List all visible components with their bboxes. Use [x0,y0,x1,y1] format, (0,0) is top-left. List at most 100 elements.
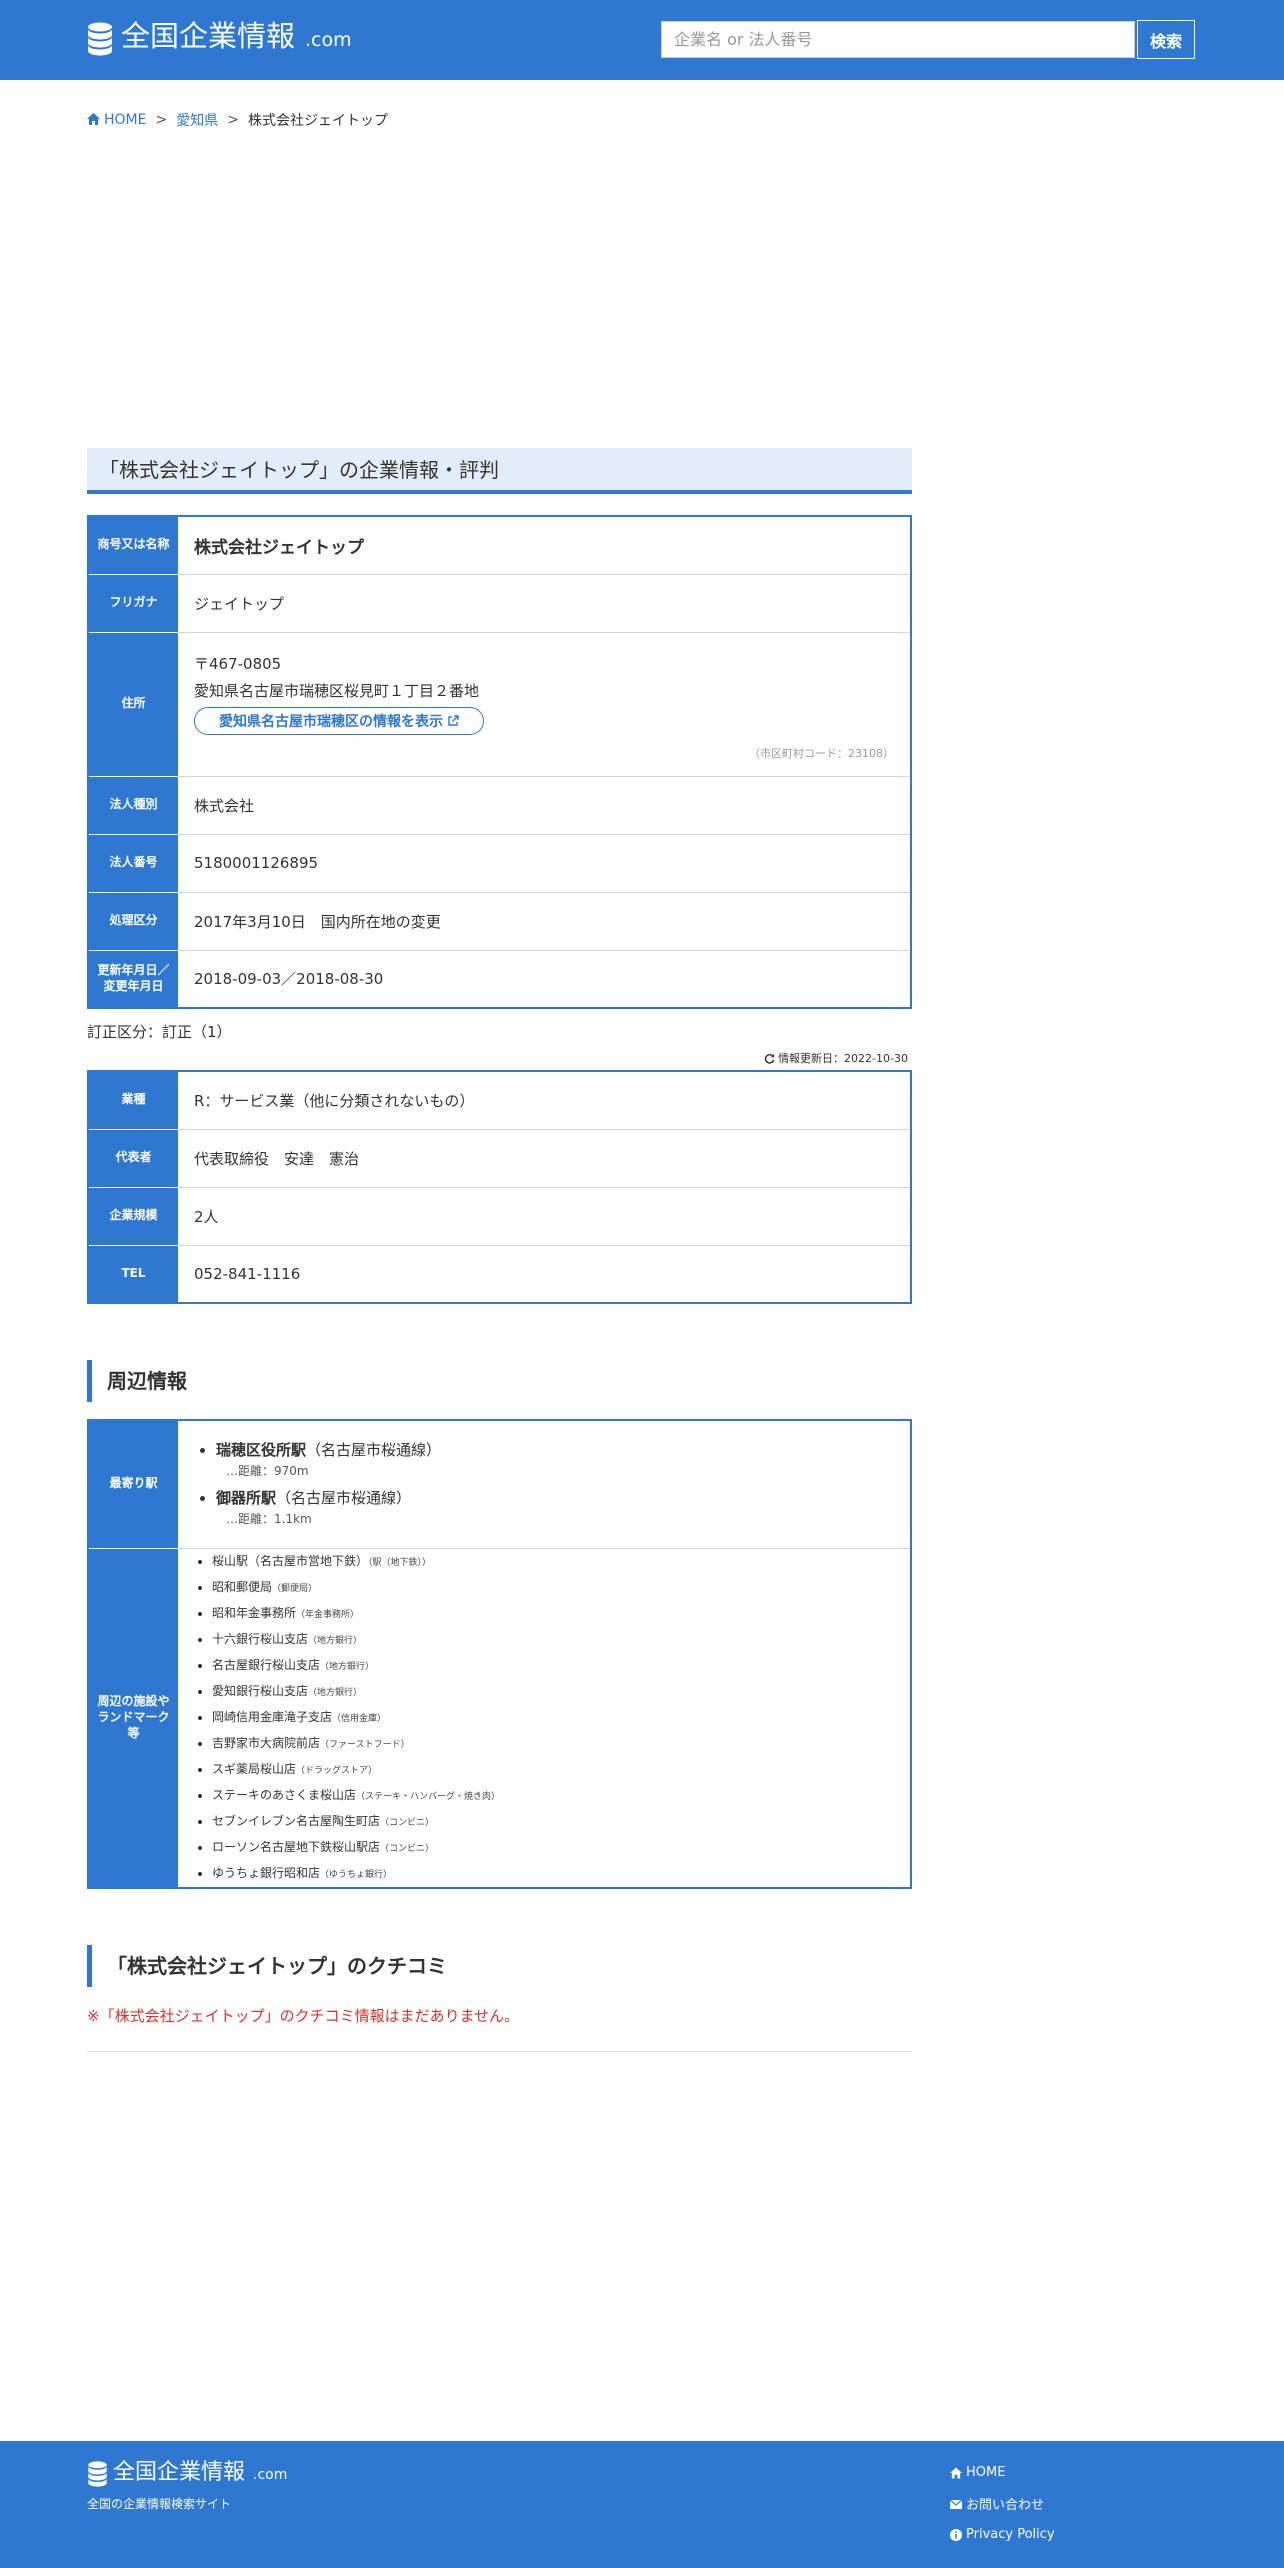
external-link-icon [448,715,459,726]
corp-number-label: 法人番号 [88,834,178,893]
nearby-table: 最寄り駅 瑞穂区役所駅（名古屋市桜通線） …距離：970m 御器所駅（名古屋市桜… [87,1419,912,1889]
breadcrumb-pref[interactable]: 愛知県 [176,110,218,130]
facility-name: ステーキのあさくま桜山店 [212,1787,357,1802]
list-item: 桜山駅（名古屋市営地下鉄）（駅（地下鉄）） [212,1549,894,1575]
nearby-heading: 周辺情報 [87,1360,187,1402]
site-footer: 全国企業情報 .com 全国の企業情報検索サイト HOME お問い合わせ Pri… [0,2441,1284,2568]
basic-info-table: 商号又は名称 株式会社ジェイトップ フリガナ ジェイトップ 住所 〒467-08… [87,515,912,1009]
list-item: 昭和郵便局（郵便局） [212,1575,894,1601]
home-icon [87,113,100,125]
facility-name: 愛知銀行桜山支店 [212,1683,309,1698]
corp-number-value: 5180001126895 [178,834,911,893]
station-distance: …距離：1.1km [226,1512,312,1527]
list-item: 岡崎信用金庫滝子支店（信用金庫） [212,1705,894,1731]
facility-name: ゆうちょ銀行昭和店 [212,1865,321,1880]
info-circle-icon [950,2528,962,2541]
search-button[interactable]: 検索 [1137,20,1195,59]
company-size-label: 企業規模 [88,1187,178,1246]
breadcrumb-home-label: HOME [104,112,147,128]
station-cell: 瑞穂区役所駅（名古屋市桜通線） …距離：970m 御器所駅（名古屋市桜通線） …… [178,1420,911,1549]
list-item: 愛知銀行桜山支店（地方銀行） [212,1679,894,1705]
facility-tag: （信用金庫） [332,1713,387,1724]
table-row: 業種 R：サービス業（他に分類されないもの） [88,1071,911,1130]
site-header: 全国企業情報 .com 検索 [0,0,1284,80]
city-code: （市区町村コード：23108） [749,747,894,760]
facility-name: 岡崎信用金庫滝子支店 [212,1709,333,1724]
list-item: 吉野家市大病院前店（ファーストフード） [212,1731,894,1757]
list-item: 十六銀行桜山支店（地方銀行） [212,1627,894,1653]
refresh-icon [764,1053,775,1064]
list-item: 御器所駅（名古屋市桜通線） …距離：1.1km [216,1487,894,1527]
database-icon [88,22,112,56]
breadcrumb-current: 株式会社ジェイトップ [247,113,388,129]
station-line: （名古屋市桜通線） [276,1489,412,1508]
area-info-link-label: 愛知県名古屋市瑞穂区の情報を表示 [219,714,443,730]
facility-name: 昭和郵便局 [212,1579,273,1594]
representative-label: 代表者 [88,1129,178,1188]
furigana-label: フリガナ [88,574,178,633]
tel-label: TEL [88,1245,178,1303]
facility-tag: （地方銀行） [320,1661,375,1672]
station-list: 瑞穂区役所駅（名古屋市桜通線） …距離：970m 御器所駅（名古屋市桜通線） …… [194,1439,894,1527]
facility-list: 桜山駅（名古屋市営地下鉄）（駅（地下鉄）） 昭和郵便局（郵便局） 昭和年金事務所… [194,1549,894,1887]
address-label: 住所 [88,632,178,777]
facility-tag: （地方銀行） [308,1687,363,1698]
list-item: セブンイレブン名古屋陶生町店（コンビニ） [212,1809,894,1835]
facility-name: 名古屋銀行桜山支店 [212,1657,321,1672]
envelope-icon [950,2499,962,2509]
facility-name: セブンイレブン名古屋陶生町店 [212,1813,381,1828]
station-name: 御器所駅 [216,1489,277,1508]
industry-label: 業種 [88,1071,178,1130]
info-updated: 情報更新日：2022-10-30 [764,1050,908,1066]
update-label-line2: 変更年月日 [103,978,164,993]
list-item: ゆうちょ銀行昭和店（ゆうちょ銀行） [212,1861,894,1887]
site-logo[interactable]: 全国企業情報 .com [87,16,352,56]
footer-logo-domain: .com [253,2467,288,2483]
breadcrumb-home[interactable]: HOME [87,112,146,128]
footer-logo-text: 全国企業情報 [113,2460,246,2485]
divider [87,2051,912,2052]
address-cell: 〒467-0805 愛知県名古屋市瑞穂区桜見町１丁目２番地 愛知県名古屋市瑞穂区… [178,632,911,777]
update-date-value: 2018-09-03／2018-08-30 [178,950,911,1008]
facility-name: スギ薬局桜山店 [212,1761,297,1776]
tel-value: 052-841-1116 [178,1245,911,1303]
detail-info-table: 業種 R：サービス業（他に分類されないもの） 代表者 代表取締役 安達 憲治 企… [87,1070,912,1304]
list-item: スギ薬局桜山店（ドラッグストア） [212,1757,894,1783]
facility-tag: （コンビニ） [380,1843,435,1854]
update-date-label: 更新年月日／ 変更年月日 [88,950,178,1008]
industry-value: R：サービス業（他に分類されないもの） [178,1071,911,1130]
facility-tag: （地方銀行） [308,1635,363,1646]
facility-name: 桜山駅（名古屋市営地下鉄） [212,1553,369,1568]
search-input[interactable] [661,21,1135,58]
facilities-cell: 桜山駅（名古屋市営地下鉄）（駅（地下鉄）） 昭和郵便局（郵便局） 昭和年金事務所… [178,1548,911,1888]
facility-tag: （コンビニ） [380,1817,435,1828]
footer-link-home[interactable]: HOME [950,2465,1055,2480]
table-row: フリガナ ジェイトップ [88,574,911,633]
footer-link-contact[interactable]: お問い合わせ [950,2494,1055,2513]
footer-tagline: 全国の企業情報検索サイト [87,2497,232,2511]
footer-link-contact-label: お問い合わせ [966,2498,1045,2513]
table-row: 代表者 代表取締役 安達 憲治 [88,1129,911,1188]
footer-link-privacy-label: Privacy Policy [966,2527,1055,2542]
facilities-label-line2: ランドマーク [97,1709,170,1724]
breadcrumb-separator: > [155,112,168,128]
table-row: 更新年月日／ 変更年月日 2018-09-03／2018-08-30 [88,950,911,1008]
station-distance: …距離：970m [226,1464,309,1479]
reviews-empty-message: ※「株式会社ジェイトップ」のクチコミ情報はまだありません。 [87,2007,520,2025]
footer-link-privacy[interactable]: Privacy Policy [950,2527,1055,2542]
list-item: 瑞穂区役所駅（名古屋市桜通線） …距離：970m [216,1439,894,1479]
database-icon [88,2461,107,2487]
correction-note: 訂正区分：訂正（1） [87,1023,232,1041]
corp-type-label: 法人種別 [88,776,178,835]
table-row: 法人番号 5180001126895 [88,834,911,893]
station-label: 最寄り駅 [88,1420,178,1549]
footer-links: HOME お問い合わせ Privacy Policy [950,2465,1055,2556]
area-info-link[interactable]: 愛知県名古屋市瑞穂区の情報を表示 [194,707,484,735]
postal-code: 〒467-0805 [194,655,282,673]
list-item: 名古屋銀行桜山支店（地方銀行） [212,1653,894,1679]
facility-tag: （ファーストフード） [320,1739,410,1750]
representative-value: 代表取締役 安達 憲治 [178,1129,911,1188]
footer-logo[interactable]: 全国企業情報 .com [87,2459,287,2487]
info-updated-text: 情報更新日：2022-10-30 [778,1052,908,1065]
facilities-label-line1: 周辺の施設や [97,1694,170,1709]
